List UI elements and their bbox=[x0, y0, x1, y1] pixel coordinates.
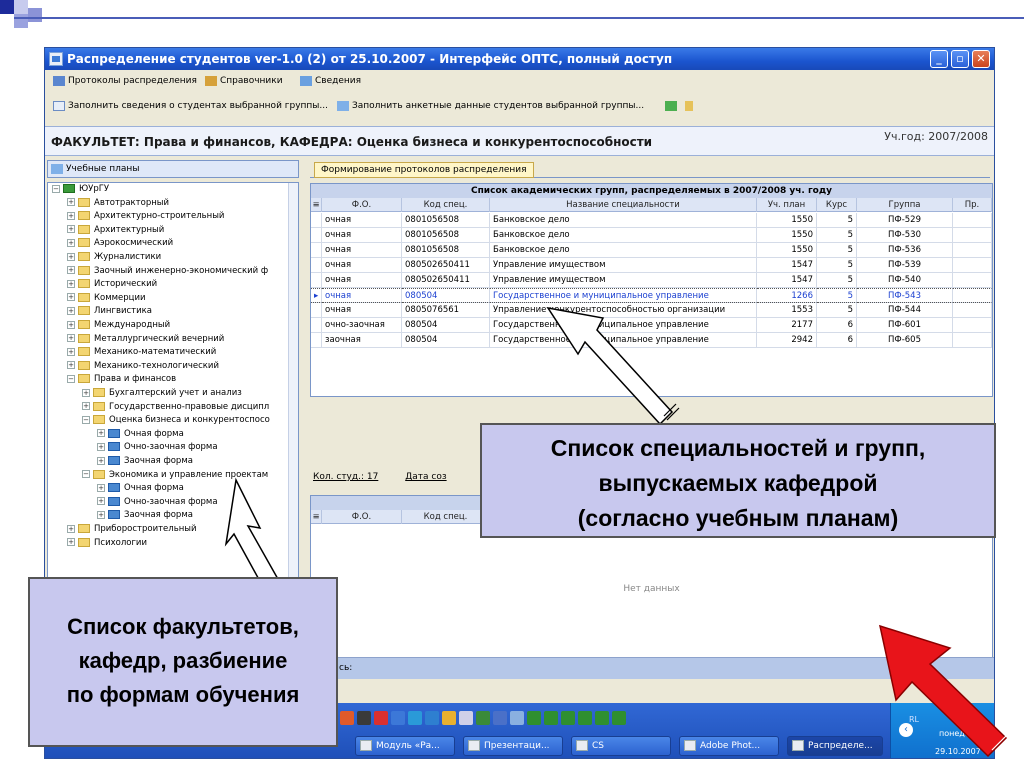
callout-line: Список факультетов, bbox=[67, 614, 299, 639]
callout-line: выпускаемых кафедрой bbox=[598, 470, 878, 496]
callout-line: (согласно учебным планам) bbox=[577, 505, 899, 531]
callout-line: по формам обучения bbox=[66, 682, 300, 707]
arrow-to-grid bbox=[546, 306, 680, 426]
callout-line: кафедр, разбиение bbox=[78, 648, 288, 673]
callout-groups: Список специальностей и групп, выпускаем… bbox=[480, 423, 996, 538]
callout-faculties: Список факультетов, кафедр, разбиение по… bbox=[28, 577, 338, 747]
red-arrow bbox=[878, 624, 1015, 758]
callout-line: Список специальностей и групп, bbox=[550, 435, 926, 461]
slide: { "window": { "title": "Распределение ст… bbox=[0, 0, 1024, 768]
